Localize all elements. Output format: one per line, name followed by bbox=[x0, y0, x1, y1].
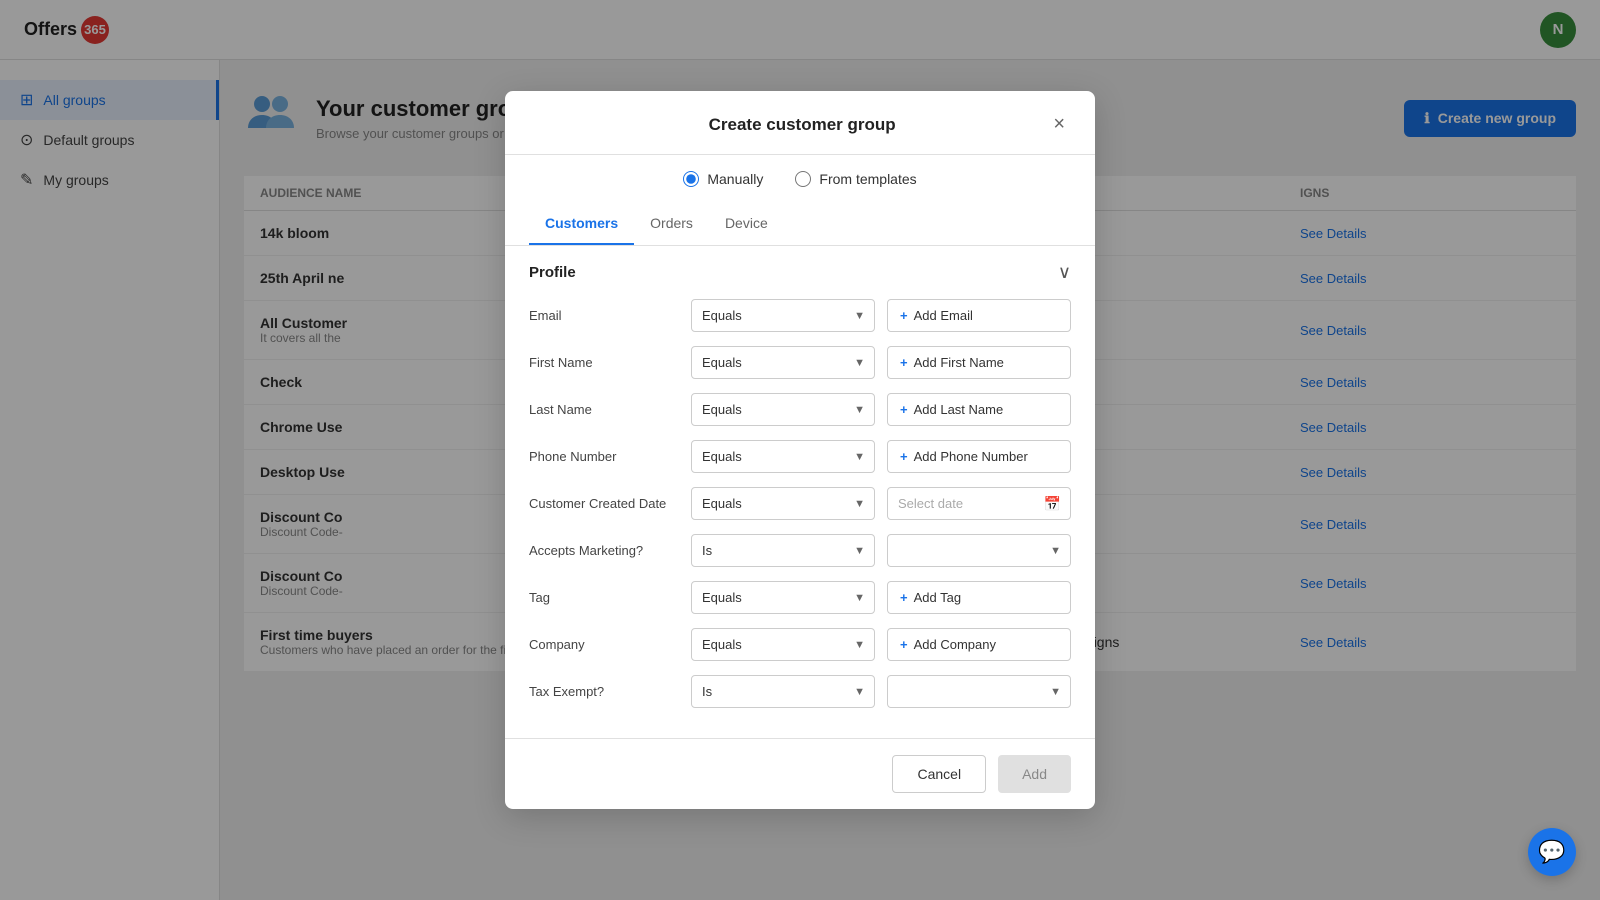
phone-operator-select[interactable]: EqualsNot Equals bbox=[691, 440, 875, 473]
tab-device[interactable]: Device bbox=[709, 203, 784, 245]
created-date-operator-wrapper: EqualsBeforeAfter ▼ bbox=[691, 487, 875, 520]
created-date-input[interactable] bbox=[887, 487, 1071, 520]
add-phone-button[interactable]: + Add Phone Number bbox=[887, 440, 1071, 473]
modal-title: Create customer group bbox=[557, 115, 1047, 135]
tag-operator-select[interactable]: EqualsNot Equals bbox=[691, 581, 875, 614]
manually-label: Manually bbox=[707, 171, 763, 187]
tag-operator-wrapper: EqualsNot Equals ▼ bbox=[691, 581, 875, 614]
lastname-field-row: Last Name EqualsNot Equals ▼ + Add Last … bbox=[529, 393, 1071, 426]
profile-section-header: Profile ∨ bbox=[529, 262, 1071, 283]
tax-exempt-field-row: Tax Exempt? IsIs not ▼ YesNo ▼ bbox=[529, 675, 1071, 708]
email-operator-wrapper: EqualsNot EqualsContains ▼ bbox=[691, 299, 875, 332]
add-firstname-plus-icon: + bbox=[900, 355, 908, 370]
add-tag-button[interactable]: + Add Tag bbox=[887, 581, 1071, 614]
add-firstname-button[interactable]: + Add First Name bbox=[887, 346, 1071, 379]
add-company-button[interactable]: + Add Company bbox=[887, 628, 1071, 661]
created-date-label: Customer Created Date bbox=[529, 496, 679, 511]
date-input-wrapper: 📅 bbox=[887, 487, 1071, 520]
creation-mode-radio-group: Manually From templates bbox=[505, 155, 1095, 203]
add-company-label: Add Company bbox=[914, 637, 996, 652]
add-tag-label: Add Tag bbox=[914, 590, 961, 605]
tax-exempt-value-select[interactable]: YesNo bbox=[887, 675, 1071, 708]
phone-label: Phone Number bbox=[529, 449, 679, 464]
accepts-marketing-value-select[interactable]: YesNo bbox=[887, 534, 1071, 567]
email-field-row: Email EqualsNot EqualsContains ▼ + Add E… bbox=[529, 299, 1071, 332]
lastname-operator-wrapper: EqualsNot Equals ▼ bbox=[691, 393, 875, 426]
lastname-operator-select[interactable]: EqualsNot Equals bbox=[691, 393, 875, 426]
firstname-label: First Name bbox=[529, 355, 679, 370]
add-phone-label: Add Phone Number bbox=[914, 449, 1028, 464]
add-company-plus-icon: + bbox=[900, 637, 908, 652]
tax-exempt-value-wrapper: YesNo ▼ bbox=[887, 675, 1071, 708]
add-tag-plus-icon: + bbox=[900, 590, 908, 605]
tab-orders[interactable]: Orders bbox=[634, 203, 709, 245]
from-templates-radio-label[interactable]: From templates bbox=[795, 171, 916, 187]
add-email-plus-icon: + bbox=[900, 308, 908, 323]
add-email-label: Add Email bbox=[914, 308, 973, 323]
profile-section-title: Profile bbox=[529, 264, 576, 281]
accepts-marketing-operator-wrapper: IsIs not ▼ bbox=[691, 534, 875, 567]
phone-operator-wrapper: EqualsNot Equals ▼ bbox=[691, 440, 875, 473]
modal-header: Create customer group × bbox=[505, 91, 1095, 155]
collapse-section-button[interactable]: ∨ bbox=[1058, 262, 1071, 283]
accepts-marketing-value-wrapper: YesNo ▼ bbox=[887, 534, 1071, 567]
accepts-marketing-field-row: Accepts Marketing? IsIs not ▼ YesNo ▼ bbox=[529, 534, 1071, 567]
add-lastname-button[interactable]: + Add Last Name bbox=[887, 393, 1071, 426]
firstname-field-row: First Name EqualsNot Equals ▼ + Add Firs… bbox=[529, 346, 1071, 379]
tab-customers[interactable]: Customers bbox=[529, 203, 634, 245]
chat-support-button[interactable]: 💬 bbox=[1528, 828, 1576, 876]
tax-exempt-label: Tax Exempt? bbox=[529, 684, 679, 699]
from-templates-label: From templates bbox=[819, 171, 916, 187]
accepts-marketing-label: Accepts Marketing? bbox=[529, 543, 679, 558]
created-date-operator-select[interactable]: EqualsBeforeAfter bbox=[691, 487, 875, 520]
email-label: Email bbox=[529, 308, 679, 323]
firstname-operator-wrapper: EqualsNot Equals ▼ bbox=[691, 346, 875, 379]
add-button[interactable]: Add bbox=[998, 755, 1071, 793]
manually-radio[interactable] bbox=[683, 171, 699, 187]
modal-close-button[interactable]: × bbox=[1047, 111, 1071, 138]
firstname-operator-select[interactable]: EqualsNot Equals bbox=[691, 346, 875, 379]
modal-footer: Cancel Add bbox=[505, 738, 1095, 809]
company-field-row: Company EqualsNot Equals ▼ + Add Company bbox=[529, 628, 1071, 661]
tax-exempt-operator-wrapper: IsIs not ▼ bbox=[691, 675, 875, 708]
company-operator-select[interactable]: EqualsNot Equals bbox=[691, 628, 875, 661]
modal-body: Profile ∨ Email EqualsNot EqualsContains… bbox=[505, 246, 1095, 738]
add-phone-plus-icon: + bbox=[900, 449, 908, 464]
chat-icon: 💬 bbox=[1538, 839, 1565, 865]
tag-field-row: Tag EqualsNot Equals ▼ + Add Tag bbox=[529, 581, 1071, 614]
create-group-modal: Create customer group × Manually From te… bbox=[505, 91, 1095, 809]
add-firstname-label: Add First Name bbox=[914, 355, 1004, 370]
manually-radio-label[interactable]: Manually bbox=[683, 171, 763, 187]
add-email-button[interactable]: + Add Email bbox=[887, 299, 1071, 332]
accepts-marketing-operator-select[interactable]: IsIs not bbox=[691, 534, 875, 567]
modal-overlay: Create customer group × Manually From te… bbox=[0, 0, 1600, 900]
cancel-button[interactable]: Cancel bbox=[892, 755, 986, 793]
add-lastname-plus-icon: + bbox=[900, 402, 908, 417]
tax-exempt-operator-select[interactable]: IsIs not bbox=[691, 675, 875, 708]
company-label: Company bbox=[529, 637, 679, 652]
company-operator-wrapper: EqualsNot Equals ▼ bbox=[691, 628, 875, 661]
from-templates-radio[interactable] bbox=[795, 171, 811, 187]
modal-tabs: Customers Orders Device bbox=[505, 203, 1095, 246]
phone-field-row: Phone Number EqualsNot Equals ▼ + Add Ph… bbox=[529, 440, 1071, 473]
tag-label: Tag bbox=[529, 590, 679, 605]
created-date-field-row: Customer Created Date EqualsBeforeAfter … bbox=[529, 487, 1071, 520]
lastname-label: Last Name bbox=[529, 402, 679, 417]
email-operator-select[interactable]: EqualsNot EqualsContains bbox=[691, 299, 875, 332]
add-lastname-label: Add Last Name bbox=[914, 402, 1004, 417]
